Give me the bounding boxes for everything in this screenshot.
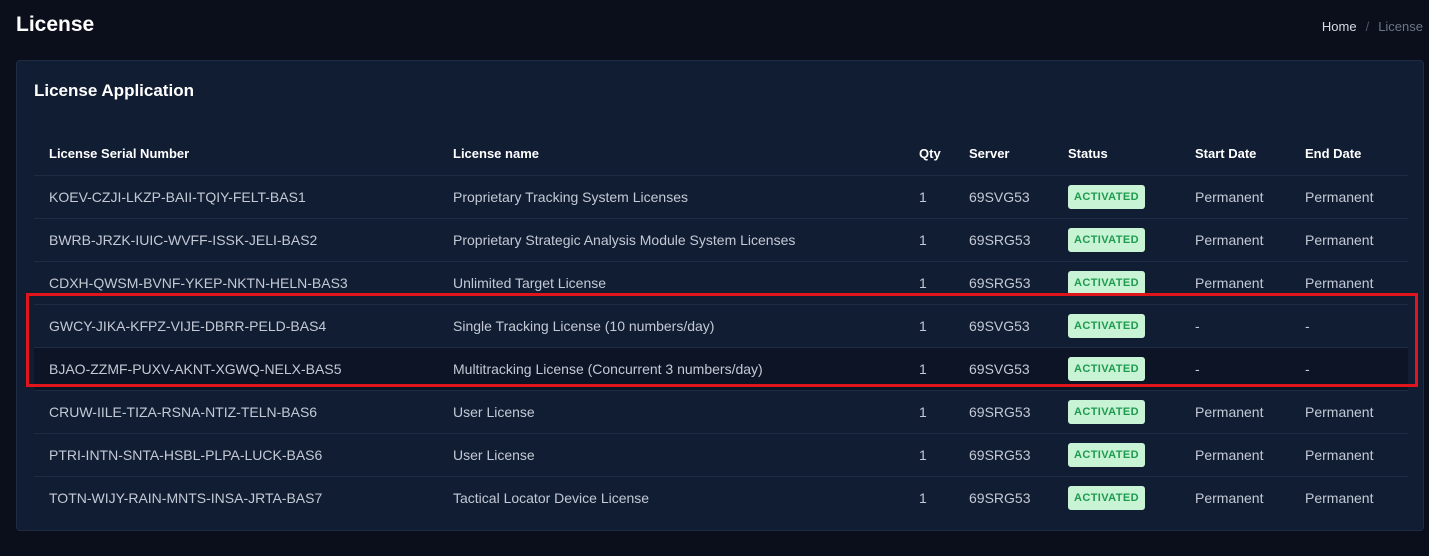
start-date-cell: Permanent (1180, 260, 1290, 304)
status-cell: ACTIVATED (1053, 346, 1180, 390)
table-row: BJAO-ZZMF-PUXV-AKNT-XGWQ-NELX-BAS5 Multi… (34, 346, 1408, 390)
status-badge: ACTIVATED (1068, 227, 1145, 252)
serial-cell: KOEV-CZJI-LKZP-BAII-TQIY-FELT-BAS1 (34, 174, 438, 218)
status-badge: ACTIVATED (1068, 184, 1145, 209)
end-date-cell: Permanent (1290, 174, 1408, 218)
column-header-status[interactable]: Status (1053, 132, 1180, 175)
table-row: PTRI-INTN-SNTA-HSBL-PLPA-LUCK-BAS6 User … (34, 432, 1408, 476)
server-cell: 69SRG53 (954, 432, 1053, 476)
serial-cell: PTRI-INTN-SNTA-HSBL-PLPA-LUCK-BAS6 (34, 432, 438, 476)
license-name-cell: User License (438, 432, 904, 476)
status-badge: ACTIVATED (1068, 313, 1145, 338)
column-header-name[interactable]: License name (438, 132, 904, 175)
status-badge: ACTIVATED (1068, 485, 1145, 510)
license-name-cell: Multitracking License (Concurrent 3 numb… (438, 346, 904, 390)
qty-cell: 1 (904, 303, 954, 347)
server-cell: 69SRG53 (954, 389, 1053, 433)
table-row: CDXH-QWSM-BVNF-YKEP-NKTN-HELN-BAS3 Unlim… (34, 260, 1408, 304)
license-name-cell: User License (438, 389, 904, 433)
license-card: License Application License Serial Numbe… (16, 60, 1424, 531)
breadcrumb-home-link[interactable]: Home (1322, 19, 1357, 34)
qty-cell: 1 (904, 432, 954, 476)
end-date-cell: Permanent (1290, 217, 1408, 261)
breadcrumb: Home / License (1322, 19, 1423, 34)
serial-cell: CDXH-QWSM-BVNF-YKEP-NKTN-HELN-BAS3 (34, 260, 438, 304)
end-date-cell: Permanent (1290, 432, 1408, 476)
server-cell: 69SVG53 (954, 303, 1053, 347)
license-name-cell: Single Tracking License (10 numbers/day) (438, 303, 904, 347)
license-name-cell: Tactical Locator Device License (438, 475, 904, 519)
license-name-cell: Proprietary Tracking System Licenses (438, 174, 904, 218)
column-header-serial[interactable]: License Serial Number (34, 132, 438, 175)
end-date-cell: Permanent (1290, 475, 1408, 519)
status-cell: ACTIVATED (1053, 260, 1180, 304)
qty-cell: 1 (904, 475, 954, 519)
server-cell: 69SRG53 (954, 260, 1053, 304)
status-cell: ACTIVATED (1053, 389, 1180, 433)
start-date-cell: Permanent (1180, 389, 1290, 433)
start-date-cell: Permanent (1180, 174, 1290, 218)
start-date-cell: Permanent (1180, 217, 1290, 261)
qty-cell: 1 (904, 389, 954, 433)
end-date-cell: - (1290, 303, 1408, 347)
start-date-cell: Permanent (1180, 432, 1290, 476)
status-badge: ACTIVATED (1068, 399, 1145, 424)
column-header-qty[interactable]: Qty (904, 132, 954, 175)
breadcrumb-current: License (1378, 19, 1423, 34)
card-title: License Application (34, 81, 194, 100)
status-cell: ACTIVATED (1053, 475, 1180, 519)
server-cell: 69SRG53 (954, 475, 1053, 519)
serial-cell: BWRB-JRZK-IUIC-WVFF-ISSK-JELI-BAS2 (34, 217, 438, 261)
start-date-cell: - (1180, 346, 1290, 390)
end-date-cell: - (1290, 346, 1408, 390)
start-date-cell: - (1180, 303, 1290, 347)
top-bar: License Home / License (0, 0, 1429, 52)
server-cell: 69SRG53 (954, 217, 1053, 261)
status-cell: ACTIVATED (1053, 432, 1180, 476)
table-row: BWRB-JRZK-IUIC-WVFF-ISSK-JELI-BAS2 Propr… (34, 217, 1408, 261)
status-badge: ACTIVATED (1068, 356, 1145, 381)
qty-cell: 1 (904, 217, 954, 261)
column-header-server[interactable]: Server (954, 132, 1053, 175)
end-date-cell: Permanent (1290, 389, 1408, 433)
qty-cell: 1 (904, 260, 954, 304)
server-cell: 69SVG53 (954, 346, 1053, 390)
status-cell: ACTIVATED (1053, 217, 1180, 261)
table-header-row: License Serial Number License name Qty S… (34, 132, 1408, 175)
license-table: License Serial Number License name Qty S… (34, 132, 1408, 519)
server-cell: 69SVG53 (954, 174, 1053, 218)
table-row: KOEV-CZJI-LKZP-BAII-TQIY-FELT-BAS1 Propr… (34, 174, 1408, 218)
end-date-cell: Permanent (1290, 260, 1408, 304)
serial-cell: TOTN-WIJY-RAIN-MNTS-INSA-JRTA-BAS7 (34, 475, 438, 519)
qty-cell: 1 (904, 346, 954, 390)
status-badge: ACTIVATED (1068, 270, 1145, 295)
status-cell: ACTIVATED (1053, 303, 1180, 347)
status-badge: ACTIVATED (1068, 442, 1145, 467)
serial-cell: CRUW-IILE-TIZA-RSNA-NTIZ-TELN-BAS6 (34, 389, 438, 433)
qty-cell: 1 (904, 174, 954, 218)
license-name-cell: Proprietary Strategic Analysis Module Sy… (438, 217, 904, 261)
serial-cell: GWCY-JIKA-KFPZ-VIJE-DBRR-PELD-BAS4 (34, 303, 438, 347)
start-date-cell: Permanent (1180, 475, 1290, 519)
serial-cell: BJAO-ZZMF-PUXV-AKNT-XGWQ-NELX-BAS5 (34, 346, 438, 390)
table-row: TOTN-WIJY-RAIN-MNTS-INSA-JRTA-BAS7 Tacti… (34, 475, 1408, 519)
table-row: CRUW-IILE-TIZA-RSNA-NTIZ-TELN-BAS6 User … (34, 389, 1408, 433)
status-cell: ACTIVATED (1053, 174, 1180, 218)
license-name-cell: Unlimited Target License (438, 260, 904, 304)
table-row: GWCY-JIKA-KFPZ-VIJE-DBRR-PELD-BAS4 Singl… (34, 303, 1408, 347)
column-header-end-date[interactable]: End Date (1290, 132, 1408, 175)
breadcrumb-separator: / (1365, 19, 1370, 34)
column-header-start-date[interactable]: Start Date (1180, 132, 1290, 175)
page-title: License (16, 13, 95, 36)
